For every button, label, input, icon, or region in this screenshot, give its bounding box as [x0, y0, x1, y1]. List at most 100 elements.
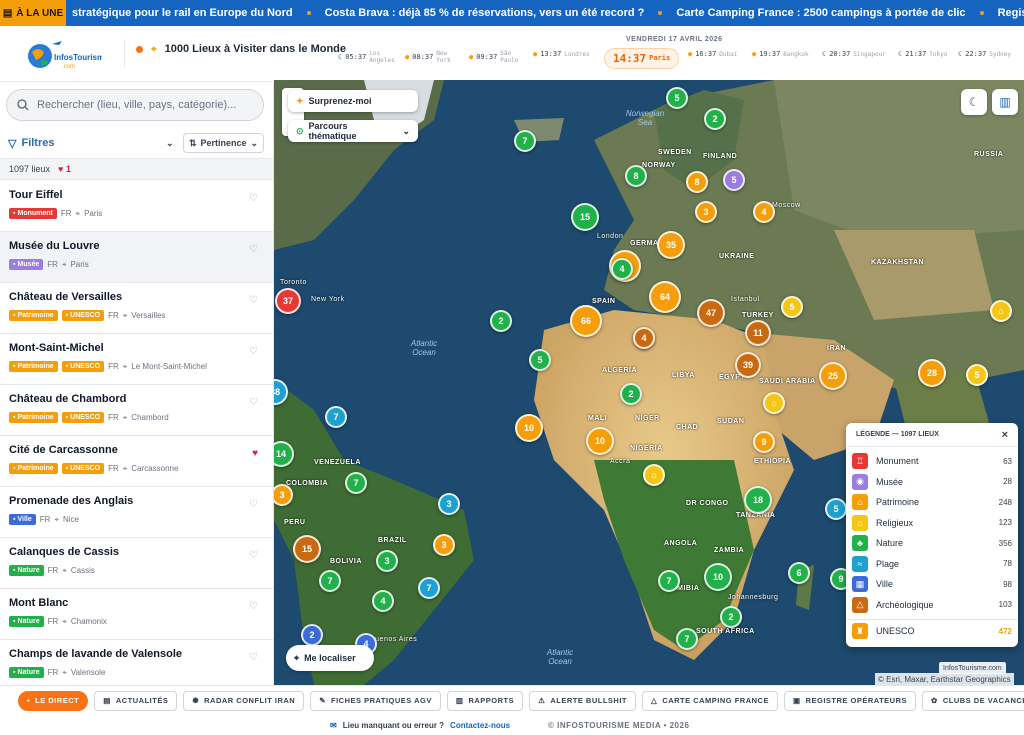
map-cluster[interactable]: 7 [319, 570, 341, 592]
list-item[interactable]: Château de Chambord ▪ Patrimoine ▪ UNESCO FR… [0, 385, 273, 436]
legend-row[interactable]: ⌂ Patrimoine 248 [846, 492, 1018, 513]
favorite-heart-icon[interactable]: ♡ [249, 397, 258, 408]
map-cluster[interactable]: 3 [438, 493, 460, 515]
nav-button-2[interactable]: ✺ RADAR CONFLIT IRAN [183, 690, 305, 711]
map-cluster[interactable]: 8 [686, 171, 708, 193]
list-item[interactable]: Tour Eiffel ▪ Monument FR ⌖ Paris ♡ [0, 181, 273, 232]
list-item[interactable]: Champs de lavande de Valensole ▪ Nature FR… [0, 640, 273, 685]
map-cluster[interactable]: 18 [744, 486, 772, 514]
favorite-heart-icon[interactable]: ♡ [249, 550, 258, 561]
list-item[interactable]: Mont-Saint-Michel ▪ Patrimoine ▪ UNESCO FR ⌖ L… [0, 334, 273, 385]
religious-marker[interactable]: ⌂ [643, 464, 665, 486]
map-cluster[interactable]: 47 [697, 299, 725, 327]
map-cluster[interactable]: 2 [704, 108, 726, 130]
map-cluster[interactable]: 2 [301, 624, 323, 646]
map-cluster[interactable]: 10 [704, 563, 732, 591]
map-cluster[interactable]: 6 [788, 562, 810, 584]
legend-row[interactable]: ♖ Monument 63 [846, 451, 1018, 472]
favorites-count[interactable]: ♥ 1 [58, 164, 71, 174]
ticker-item[interactable]: stratégique pour le rail en Europe du No… [72, 7, 293, 19]
map-cluster[interactable]: 9 [753, 431, 775, 453]
map-cluster[interactable]: 2 [720, 606, 742, 628]
thematic-route-button[interactable]: ⊙ Parcours thématique ⌄ [288, 120, 418, 142]
map-cluster[interactable]: 7 [418, 577, 440, 599]
religious-marker[interactable]: ⌂ [990, 300, 1012, 322]
nav-button-5[interactable]: ⚠ ALERTE BULLSHIT [529, 690, 637, 711]
map-cluster[interactable]: 37 [275, 288, 301, 314]
map-cluster[interactable]: 5 [966, 364, 988, 386]
site-logo[interactable]: InfosTourisme .com [26, 36, 109, 72]
map-cluster[interactable]: 5 [781, 296, 803, 318]
map-cluster[interactable]: 7 [676, 628, 698, 650]
search-input[interactable]: Rechercher (lieu, ville, pays, catégorie… [6, 89, 264, 121]
map-cluster[interactable]: 15 [293, 535, 321, 563]
map-cluster[interactable]: 5 [529, 349, 551, 371]
ticker-item[interactable]: Carte Camping France : 2500 campings à p… [676, 7, 965, 19]
list-item[interactable]: Château de Versailles ▪ Patrimoine ▪ UNESCO… [0, 283, 273, 334]
contact-link[interactable]: Contactez-nous [450, 721, 510, 730]
nav-button-6[interactable]: △ CARTE CAMPING FRANCE [642, 690, 778, 711]
nav-button-3[interactable]: ✎ FICHES PRATIQUES AGV [310, 690, 441, 711]
legend-row[interactable]: ♣ Nature 356 [846, 533, 1018, 554]
favorite-heart-icon[interactable]: ♡ [249, 346, 258, 357]
map-cluster[interactable]: 28 [918, 359, 946, 387]
map-cluster[interactable]: 2 [490, 310, 512, 332]
map-cluster[interactable]: 11 [745, 320, 771, 346]
map-cluster[interactable]: 5 [723, 169, 745, 191]
list-item[interactable]: Cité de Carcassonne ▪ Patrimoine ▪ UNESCO FR… [0, 436, 273, 487]
map-cluster[interactable]: 25 [819, 362, 847, 390]
map-cluster[interactable]: 15 [571, 203, 599, 231]
map-cluster[interactable]: 39 [735, 352, 761, 378]
list-item[interactable]: Musée du Louvre ▪ Musée FR ⌖ Paris ♡ [0, 232, 273, 283]
religious-marker[interactable]: ⌂ [763, 392, 785, 414]
book-button[interactable]: ▥ [992, 89, 1018, 115]
legend-row-unesco[interactable]: ♜ UNESCO 472 [846, 619, 1018, 640]
map-cluster[interactable]: 2 [620, 383, 642, 405]
legend-row[interactable]: ▦ Ville 98 [846, 574, 1018, 595]
map-cluster[interactable]: 10 [586, 427, 614, 455]
favorite-heart-icon[interactable]: ♡ [249, 499, 258, 510]
chevron-down-icon[interactable]: ⌄ [166, 138, 174, 149]
nav-button-4[interactable]: ▥ RAPPORTS [446, 690, 524, 711]
favorite-heart-icon[interactable]: ♥ [252, 448, 258, 459]
map-cluster[interactable]: 8 [625, 165, 647, 187]
dark-mode-button[interactable]: ☾ [961, 89, 987, 115]
map-cluster[interactable]: 7 [514, 130, 536, 152]
close-icon[interactable]: × [1002, 429, 1008, 441]
nav-button-8[interactable]: ✿ CLUBS DE VACANCES [922, 690, 1024, 711]
map-cluster[interactable]: 7 [658, 570, 680, 592]
list-item[interactable]: Mont Blanc ▪ Nature FR ⌖ Chamonix ♡ [0, 589, 273, 640]
map-cluster[interactable]: 5 [666, 87, 688, 109]
nav-button-0[interactable]: • LE DIRECT [18, 690, 89, 711]
ticker-item[interactable]: Costa Brava : déjà 85 % de réservations,… [325, 7, 645, 19]
map-cluster[interactable]: 4 [611, 258, 633, 280]
legend-row[interactable]: ≈ Plage 78 [846, 554, 1018, 575]
favorite-heart-icon[interactable]: ♡ [249, 244, 258, 255]
legend-row[interactable]: △ Archéologique 103 [846, 595, 1018, 616]
map-cluster[interactable]: 4 [753, 201, 775, 223]
favorite-heart-icon[interactable]: ♡ [249, 193, 258, 204]
sort-select[interactable]: ⇅ Pertinence ⌄ [183, 133, 264, 153]
map-cluster[interactable]: 4 [633, 327, 655, 349]
list-item[interactable]: Calanques de Cassis ▪ Nature FR ⌖ Cassis ♡ [0, 538, 273, 589]
map-cluster[interactable]: 7 [345, 472, 367, 494]
favorite-heart-icon[interactable]: ♡ [249, 601, 258, 612]
nav-button-7[interactable]: ▣ REGISTRE OPÉRATEURS [783, 690, 917, 711]
surprise-me-button[interactable]: ✦ Surprenez-moi [288, 90, 418, 112]
map-cluster[interactable]: 64 [649, 281, 681, 313]
map-cluster[interactable]: 35 [657, 231, 685, 259]
favorite-heart-icon[interactable]: ♡ [249, 652, 258, 663]
map-cluster[interactable]: 5 [825, 498, 847, 520]
map-cluster[interactable]: 4 [372, 590, 394, 612]
ticker-item[interactable]: Registre Atout France : la carte qui cha [998, 7, 1024, 19]
nav-button-1[interactable]: ▤ ACTUALITÉS [94, 690, 178, 711]
legend-row[interactable]: ⌂ Religieux 123 [846, 513, 1018, 534]
map-cluster[interactable]: 7 [325, 406, 347, 428]
legend-row[interactable]: ◉ Musée 28 [846, 472, 1018, 493]
list-item[interactable]: Promenade des Anglais ▪ Ville FR ⌖ Nice ♡ [0, 487, 273, 538]
map-cluster[interactable]: 3 [695, 201, 717, 223]
map-cluster[interactable]: 3 [433, 534, 455, 556]
map-cluster[interactable]: 3 [376, 550, 398, 572]
map-cluster[interactable]: 10 [515, 414, 543, 442]
locate-me-button[interactable]: ⌖ Me localiser [286, 645, 374, 671]
